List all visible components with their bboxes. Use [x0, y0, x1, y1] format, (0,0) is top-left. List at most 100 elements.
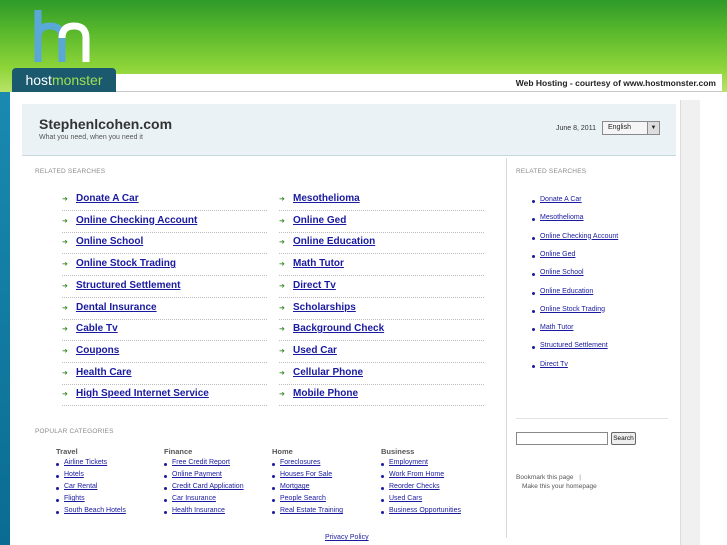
sidebar-link[interactable]: Mesothelioma — [540, 214, 584, 221]
category-link[interactable]: People Search — [280, 495, 326, 502]
keyword-row: ➜ Cellular Phone — [279, 363, 484, 385]
arrow-icon: ➜ — [62, 261, 68, 269]
keyword-link[interactable]: Coupons — [76, 345, 119, 356]
bullet-icon — [532, 236, 535, 240]
bullet-icon — [272, 511, 275, 514]
keyword-row: ➜ Used Car — [279, 341, 484, 363]
bullet-icon — [381, 511, 384, 514]
bullet-icon — [532, 309, 535, 313]
category-link[interactable]: Real Estate Training — [280, 507, 343, 514]
category-link[interactable]: Airline Tickets — [64, 459, 107, 466]
search-button[interactable]: Search — [611, 432, 636, 445]
bullet-icon — [532, 200, 535, 203]
bullet-icon — [164, 487, 167, 490]
category-link[interactable]: Health Insurance — [172, 507, 225, 514]
category-link[interactable]: Credit Card Application — [172, 483, 244, 490]
category-link[interactable]: Free Credit Report — [172, 459, 230, 466]
bullet-icon — [272, 475, 275, 478]
courtesy-banner: Web Hosting - courtesy of www.hostmonste… — [116, 74, 722, 92]
keyword-link[interactable]: Donate A Car — [76, 193, 139, 204]
sidebar-link[interactable]: Online Checking Account — [540, 233, 618, 240]
keyword-link[interactable]: Online Education — [293, 236, 375, 247]
category-link[interactable]: Mortgage — [280, 483, 310, 490]
logo-monster-text: monster — [51, 72, 103, 88]
homepage-link[interactable]: Make this your homepage — [522, 483, 597, 490]
sidebar-link[interactable]: Online Stock Trading — [540, 306, 605, 313]
bullet-icon — [56, 499, 59, 502]
chevron-down-icon[interactable]: ▼ — [647, 122, 659, 134]
category-link[interactable]: Hotels — [64, 471, 84, 478]
language-select[interactable]: English ▼ — [602, 121, 660, 135]
search-input[interactable] — [516, 432, 608, 445]
keyword-row: ➜ Online School — [62, 232, 267, 255]
keyword-link[interactable]: Math Tutor — [293, 258, 344, 269]
keyword-link[interactable]: Scholarships — [293, 302, 356, 313]
keyword-link[interactable]: Online Stock Trading — [76, 258, 176, 269]
keyword-link[interactable]: Cable Tv — [76, 323, 118, 334]
bullet-icon — [272, 463, 275, 466]
keyword-link[interactable]: Online Checking Account — [76, 215, 197, 226]
arrow-icon: ➜ — [279, 347, 285, 355]
category-link[interactable]: Car Rental — [64, 483, 97, 490]
keyword-row: ➜ Mobile Phone — [279, 384, 484, 407]
keyword-link[interactable]: Mobile Phone — [293, 388, 358, 399]
arrow-icon: ➜ — [62, 391, 68, 399]
keyword-row: ➜ Math Tutor — [279, 254, 484, 277]
category-link[interactable]: Houses For Sale — [280, 471, 332, 478]
site-title: Stephenlcohen.com — [39, 116, 173, 132]
bullet-icon — [532, 364, 535, 368]
keyword-row: ➜ Mesothelioma — [279, 189, 484, 211]
logo-host-text: host — [25, 72, 52, 88]
bullet-icon — [381, 463, 384, 466]
keyword-link[interactable]: Mesothelioma — [293, 193, 360, 204]
keyword-link[interactable]: Background Check — [293, 323, 384, 334]
keyword-link[interactable]: High Speed Internet Service — [76, 388, 209, 399]
sidebar-link[interactable]: Online School — [540, 269, 584, 276]
category-link[interactable]: Employment — [389, 459, 428, 466]
keyword-link[interactable]: Online Ged — [293, 215, 346, 226]
bullet-icon — [164, 463, 167, 466]
bookmark-label: Bookmark this page — [516, 474, 574, 481]
keyword-link[interactable]: Used Car — [293, 345, 337, 356]
arrow-icon: ➜ — [279, 391, 285, 399]
keyword-row: ➜ Online Education — [279, 232, 484, 255]
arrow-icon: ➜ — [279, 239, 285, 247]
arrow-icon: ➜ — [279, 304, 285, 312]
sidebar-link[interactable]: Online Ged — [540, 251, 575, 258]
keyword-row: ➜ Background Check — [279, 319, 484, 342]
keyword-link[interactable]: Direct Tv — [293, 280, 336, 291]
keyword-link[interactable]: Dental Insurance — [76, 302, 157, 313]
bullet-icon — [164, 475, 167, 478]
sidebar-link[interactable]: Donate A Car — [540, 196, 582, 203]
category-link[interactable]: Flights — [64, 495, 85, 502]
sidebar-link[interactable]: Online Education — [540, 288, 593, 295]
category-link[interactable]: Reorder Checks — [389, 483, 440, 490]
keyword-row: ➜ Cable Tv — [62, 319, 267, 342]
arrow-icon: ➜ — [62, 369, 68, 377]
category-link[interactable]: South Beach Hotels — [64, 507, 126, 514]
hostmonster-logo[interactable]: host monster — [12, 68, 116, 92]
keyword-link[interactable]: Online School — [76, 236, 143, 247]
category-link[interactable]: Work From Home — [389, 471, 444, 478]
arrow-icon: ➜ — [279, 196, 285, 203]
category-link[interactable]: Foreclosures — [280, 459, 320, 466]
sidebar-link[interactable]: Structured Settlement — [540, 342, 608, 349]
keyword-row: ➜ Donate A Car — [62, 189, 267, 211]
privacy-policy-link[interactable]: Privacy Policy — [325, 534, 369, 541]
keyword-row: ➜ Coupons — [62, 341, 267, 363]
keyword-link[interactable]: Health Care — [76, 367, 132, 378]
keyword-link[interactable]: Structured Settlement — [76, 280, 180, 291]
sidebar-link[interactable]: Direct Tv — [540, 361, 568, 368]
keyword-row: ➜ Online Stock Trading — [62, 254, 267, 277]
bookmark-link[interactable]: Bookmark this page | — [516, 474, 581, 481]
column-divider — [506, 158, 507, 538]
category-link[interactable]: Business Opportunities — [389, 507, 461, 514]
arrow-icon: ➜ — [279, 217, 285, 225]
scrollbar[interactable] — [680, 100, 700, 545]
category-link[interactable]: Used Cars — [389, 495, 422, 502]
category-link[interactable]: Online Payment — [172, 471, 222, 478]
divider — [516, 418, 668, 419]
keyword-link[interactable]: Cellular Phone — [293, 367, 363, 378]
sidebar-link[interactable]: Math Tutor — [540, 324, 573, 331]
category-link[interactable]: Car Insurance — [172, 495, 216, 502]
